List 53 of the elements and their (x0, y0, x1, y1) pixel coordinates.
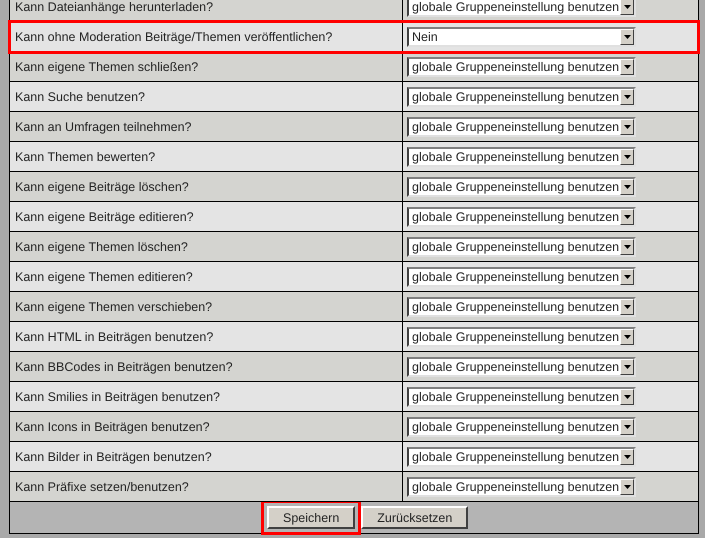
dropdown[interactable]: globale Gruppeneinstellung benutzen (407, 176, 636, 196)
caret-icon (624, 94, 630, 98)
caret-icon (624, 424, 630, 428)
dropdown[interactable]: Nein (407, 26, 636, 46)
permission-label: Kann an Umfragen teilnehmen? (15, 120, 192, 134)
caret-icon (624, 4, 630, 8)
permission-label: Kann eigene Themen schließen? (15, 60, 198, 74)
permission-label: Kann Präfixe setzen/benutzen? (15, 480, 189, 494)
caret-icon (624, 124, 630, 128)
caret-icon (624, 484, 630, 488)
permission-label: Kann Bilder in Beiträgen benutzen? (15, 450, 212, 464)
permission-label: Kann eigene Themen editieren? (15, 270, 193, 284)
permission-label: Kann Smilies in Beiträgen benutzen? (15, 390, 220, 404)
save-button[interactable]: Speichern (267, 506, 356, 529)
dropdown[interactable]: globale Gruppeneinstellung benutzen (407, 206, 636, 226)
caret-icon (624, 454, 630, 458)
dropdown[interactable]: globale Gruppeneinstellung benutzen (407, 146, 636, 166)
caret-icon (624, 64, 630, 68)
dropdown[interactable]: globale Gruppeneinstellung benutzen (407, 476, 636, 496)
caret-icon (624, 154, 630, 158)
dropdown[interactable]: globale Gruppeneinstellung benutzen (407, 116, 636, 136)
permission-label: Kann eigene Themen löschen? (15, 240, 188, 254)
permission-label: Kann Themen bewerten? (15, 150, 156, 164)
dropdown[interactable]: globale Gruppeneinstellung benutzen (407, 326, 636, 346)
caret-icon (624, 184, 630, 188)
permission-label: Kann HTML in Beiträgen benutzen? (15, 330, 214, 344)
permission-label: Kann eigene Beiträge editieren? (15, 210, 194, 224)
permission-label: Kann eigene Themen verschieben? (15, 300, 212, 314)
permission-label: Kann BBCodes in Beiträgen benutzen? (15, 360, 233, 374)
caret-icon (624, 394, 630, 398)
caret-icon (624, 304, 630, 308)
dropdown[interactable]: globale Gruppeneinstellung benutzen (407, 386, 636, 406)
permission-label: Kann ohne Moderation Beiträge/Themen veröffentlichen? (15, 30, 332, 44)
caret-icon (624, 364, 630, 368)
dropdown[interactable]: globale Gruppeneinstellung benutzen (407, 86, 636, 106)
dropdown[interactable]: globale Gruppeneinstellung benutzen (407, 446, 636, 466)
dropdown[interactable]: globale Gruppeneinstellung benutzen (407, 266, 636, 286)
reset-button[interactable]: Zurücksetzen (361, 506, 468, 529)
caret-icon (624, 244, 630, 248)
dropdown[interactable]: globale Gruppeneinstellung benutzen (407, 236, 636, 256)
dropdown[interactable]: globale Gruppeneinstellung benutzen (407, 56, 636, 76)
dropdown[interactable]: globale Gruppeneinstellung benutzen (407, 356, 636, 376)
dropdown[interactable]: globale Gruppeneinstellung benutzen (407, 416, 636, 436)
permission-label: Kann eigene Beiträge löschen? (15, 180, 189, 194)
caret-icon (624, 214, 630, 218)
caret-icon (624, 334, 630, 338)
caret-icon (624, 274, 630, 278)
permission-label: Kann Dateianhänge herunterladen? (15, 0, 214, 14)
dropdown[interactable]: globale Gruppeneinstellung benutzen (407, 0, 636, 16)
permission-label: Kann Icons in Beiträgen benutzen? (15, 420, 210, 434)
dropdown[interactable]: globale Gruppeneinstellung benutzen (407, 296, 636, 316)
caret-icon (624, 34, 630, 38)
permission-label: Kann Suche benutzen? (15, 90, 145, 104)
